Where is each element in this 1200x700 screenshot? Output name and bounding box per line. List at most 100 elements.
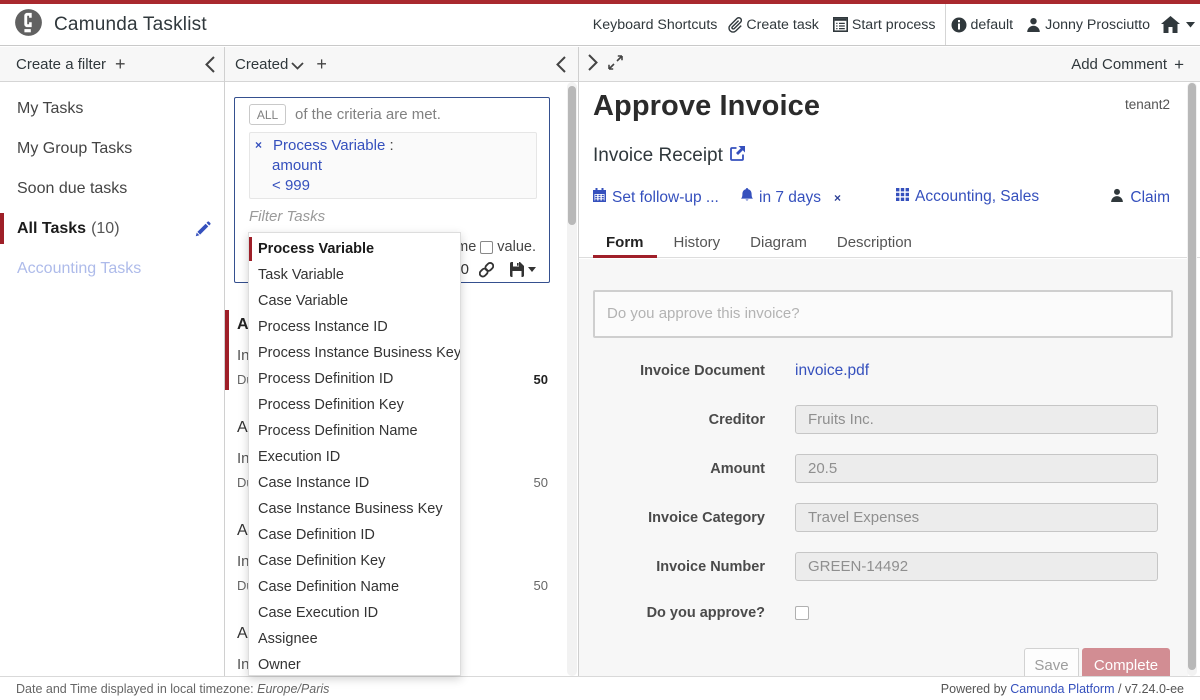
filter-label: All Tasks xyxy=(17,220,86,238)
dropdown-option-assignee[interactable]: Assignee xyxy=(249,626,460,652)
process-definition-link[interactable]: Invoice Receipt xyxy=(593,145,745,167)
add-filter-button[interactable]: + xyxy=(115,54,126,75)
dropdown-option-case-variable[interactable]: Case Variable xyxy=(249,288,460,314)
engine-select[interactable]: default xyxy=(951,17,1014,33)
follow-up-button[interactable]: Set follow-up ... xyxy=(593,188,719,207)
start-process-button[interactable]: Start process xyxy=(833,17,936,33)
add-comment-button[interactable]: Add Comment+ xyxy=(1071,47,1184,82)
tasklist-header: Created + xyxy=(225,47,578,82)
dropdown-option-case-definition-name[interactable]: Case Definition Name xyxy=(249,574,460,600)
case-value-checkbox[interactable] xyxy=(480,241,493,254)
dropdown-option-owner[interactable]: Owner xyxy=(249,652,460,676)
dropdown-option-process-instance-id[interactable]: Process Instance ID xyxy=(249,314,460,340)
form-row-do-you-approve-: Do you approve? xyxy=(579,598,1188,627)
filter-item-my-tasks[interactable]: My Tasks xyxy=(0,89,224,129)
filter-count: (10) xyxy=(91,220,119,238)
tab-diagram[interactable]: Diagram xyxy=(737,228,820,257)
save-caret-icon[interactable] xyxy=(528,267,536,272)
dropdown-option-process-variable[interactable]: Process Variable xyxy=(249,236,460,262)
edit-filter-icon[interactable] xyxy=(195,221,211,242)
filter-item-all-tasks[interactable]: All Tasks (10) xyxy=(0,209,224,249)
task-form: Do you approve this invoice? Invoice Doc… xyxy=(579,259,1188,676)
start-process-icon xyxy=(833,17,848,32)
dropdown-option-task-variable[interactable]: Task Variable xyxy=(249,262,460,288)
claim-button[interactable]: Claim xyxy=(1110,188,1170,207)
dropdown-option-process-definition-key[interactable]: Process Definition Key xyxy=(249,392,460,418)
detail-scrollbar[interactable] xyxy=(1187,82,1197,676)
camunda-platform-link[interactable]: Camunda Platform xyxy=(1010,682,1114,696)
case-value-label: value. xyxy=(497,239,536,255)
dropdown-option-case-instance-id[interactable]: Case Instance ID xyxy=(249,470,460,496)
form-input[interactable]: Travel Expenses xyxy=(795,503,1158,532)
remove-criteria-icon[interactable]: × xyxy=(255,138,262,152)
groups-button[interactable]: Accounting, Sales xyxy=(896,188,1039,206)
tab-description[interactable]: Description xyxy=(824,228,925,257)
user-menu[interactable]: Jonny Prosciutto xyxy=(1026,17,1150,33)
criteria-operator[interactable]: < xyxy=(272,177,281,194)
approve-checkbox[interactable] xyxy=(795,606,809,620)
copy-link-icon[interactable] xyxy=(479,262,494,278)
invoice-document-link[interactable]: invoice.pdf xyxy=(795,362,869,380)
filter-item-soon-due-tasks[interactable]: Soon due tasks xyxy=(0,169,224,209)
collapse-sidebar-button[interactable] xyxy=(205,56,215,77)
caret-down-icon xyxy=(1186,22,1195,28)
expand-detail-button[interactable] xyxy=(608,55,623,74)
task-item-priority: 50 xyxy=(534,372,548,387)
save-filter-icon[interactable] xyxy=(510,262,524,277)
external-link-icon xyxy=(730,145,745,167)
criteria-type[interactable]: Process Variable xyxy=(273,137,385,154)
criteria-value[interactable]: 999 xyxy=(285,177,310,194)
tab-form[interactable]: Form xyxy=(593,228,657,257)
dropdown-option-execution-id[interactable]: Execution ID xyxy=(249,444,460,470)
remove-follow-up-icon[interactable]: × xyxy=(834,191,841,205)
brand[interactable]: Camunda Tasklist xyxy=(0,8,207,42)
reminder-chip[interactable]: in 7 days × xyxy=(741,188,841,207)
search-type-dropdown: Process VariableTask VariableCase Variab… xyxy=(248,232,461,676)
task-detail: Approve Invoice tenant2 Invoice Receipt … xyxy=(579,82,1200,676)
filter-item-accounting-tasks[interactable]: Accounting Tasks xyxy=(0,249,224,289)
form-input[interactable]: 20.5 xyxy=(795,454,1158,483)
app-title: Camunda Tasklist xyxy=(54,14,207,36)
form-input[interactable]: GREEN-14492 xyxy=(795,552,1158,581)
dropdown-option-process-instance-business-key[interactable]: Process Instance Business Key xyxy=(249,340,460,366)
tasklist-scrollbar[interactable] xyxy=(567,82,577,676)
filters-sidebar: Create a filter + My TasksMy Group Tasks… xyxy=(0,47,225,676)
dropdown-option-case-instance-business-key[interactable]: Case Instance Business Key xyxy=(249,496,460,522)
search-criteria-pill[interactable]: × Process Variable : amount < 999 xyxy=(249,132,537,199)
filter-list: My TasksMy Group Tasks Soon due tasks All … xyxy=(0,89,224,289)
filter-tasks-input[interactable]: Filter Tasks xyxy=(249,208,535,225)
filters-header: Create a filter + xyxy=(0,47,224,82)
camunda-logo-icon xyxy=(14,8,43,42)
powered-by: Powered by Camunda Platform / v7.24.0-ee xyxy=(941,682,1184,696)
sort-by-created[interactable]: Created xyxy=(235,56,288,73)
criteria-hint: of the criteria are met. xyxy=(295,106,441,123)
home-menu[interactable] xyxy=(1161,16,1195,33)
task-item-priority: 50 xyxy=(534,475,548,490)
create-task-button[interactable]: Create task xyxy=(727,17,819,33)
detail-tabs: FormHistoryDiagramDescription xyxy=(579,228,1200,258)
dropdown-option-case-definition-key[interactable]: Case Definition Key xyxy=(249,548,460,574)
form-row-invoice-document: Invoice Documentinvoice.pdf xyxy=(579,356,1188,385)
form-row-invoice-category: Invoice CategoryTravel Expenses xyxy=(579,503,1188,532)
dropdown-option-process-definition-id[interactable]: Process Definition ID xyxy=(249,366,460,392)
add-sorting-button[interactable]: + xyxy=(316,54,327,75)
filter-label: Soon due tasks xyxy=(17,180,127,198)
dropdown-option-case-execution-id[interactable]: Case Execution ID xyxy=(249,600,460,626)
filter-item-my-group-tasks[interactable]: My Group Tasks xyxy=(0,129,224,169)
paperclip-icon xyxy=(727,17,742,33)
match-mode-button[interactable]: ALL xyxy=(249,104,286,125)
criteria-name[interactable]: amount xyxy=(272,157,322,174)
keyboard-shortcuts-link[interactable]: Keyboard Shortcuts xyxy=(593,17,718,33)
collapse-tasklist-button[interactable] xyxy=(556,56,566,77)
task-item-priority: 50 xyxy=(534,578,548,593)
tab-history[interactable]: History xyxy=(661,228,734,257)
timezone-value: Europe/Paris xyxy=(257,682,329,696)
chevron-down-icon[interactable] xyxy=(291,57,304,74)
collapse-detail-button[interactable] xyxy=(588,54,598,75)
comment-textarea[interactable]: Do you approve this invoice? xyxy=(593,290,1173,338)
create-filter-label[interactable]: Create a filter xyxy=(16,56,106,73)
dropdown-option-process-definition-name[interactable]: Process Definition Name xyxy=(249,418,460,444)
criteria-colon: : xyxy=(389,137,393,154)
form-input[interactable]: Fruits Inc. xyxy=(795,405,1158,434)
dropdown-option-case-definition-id[interactable]: Case Definition ID xyxy=(249,522,460,548)
